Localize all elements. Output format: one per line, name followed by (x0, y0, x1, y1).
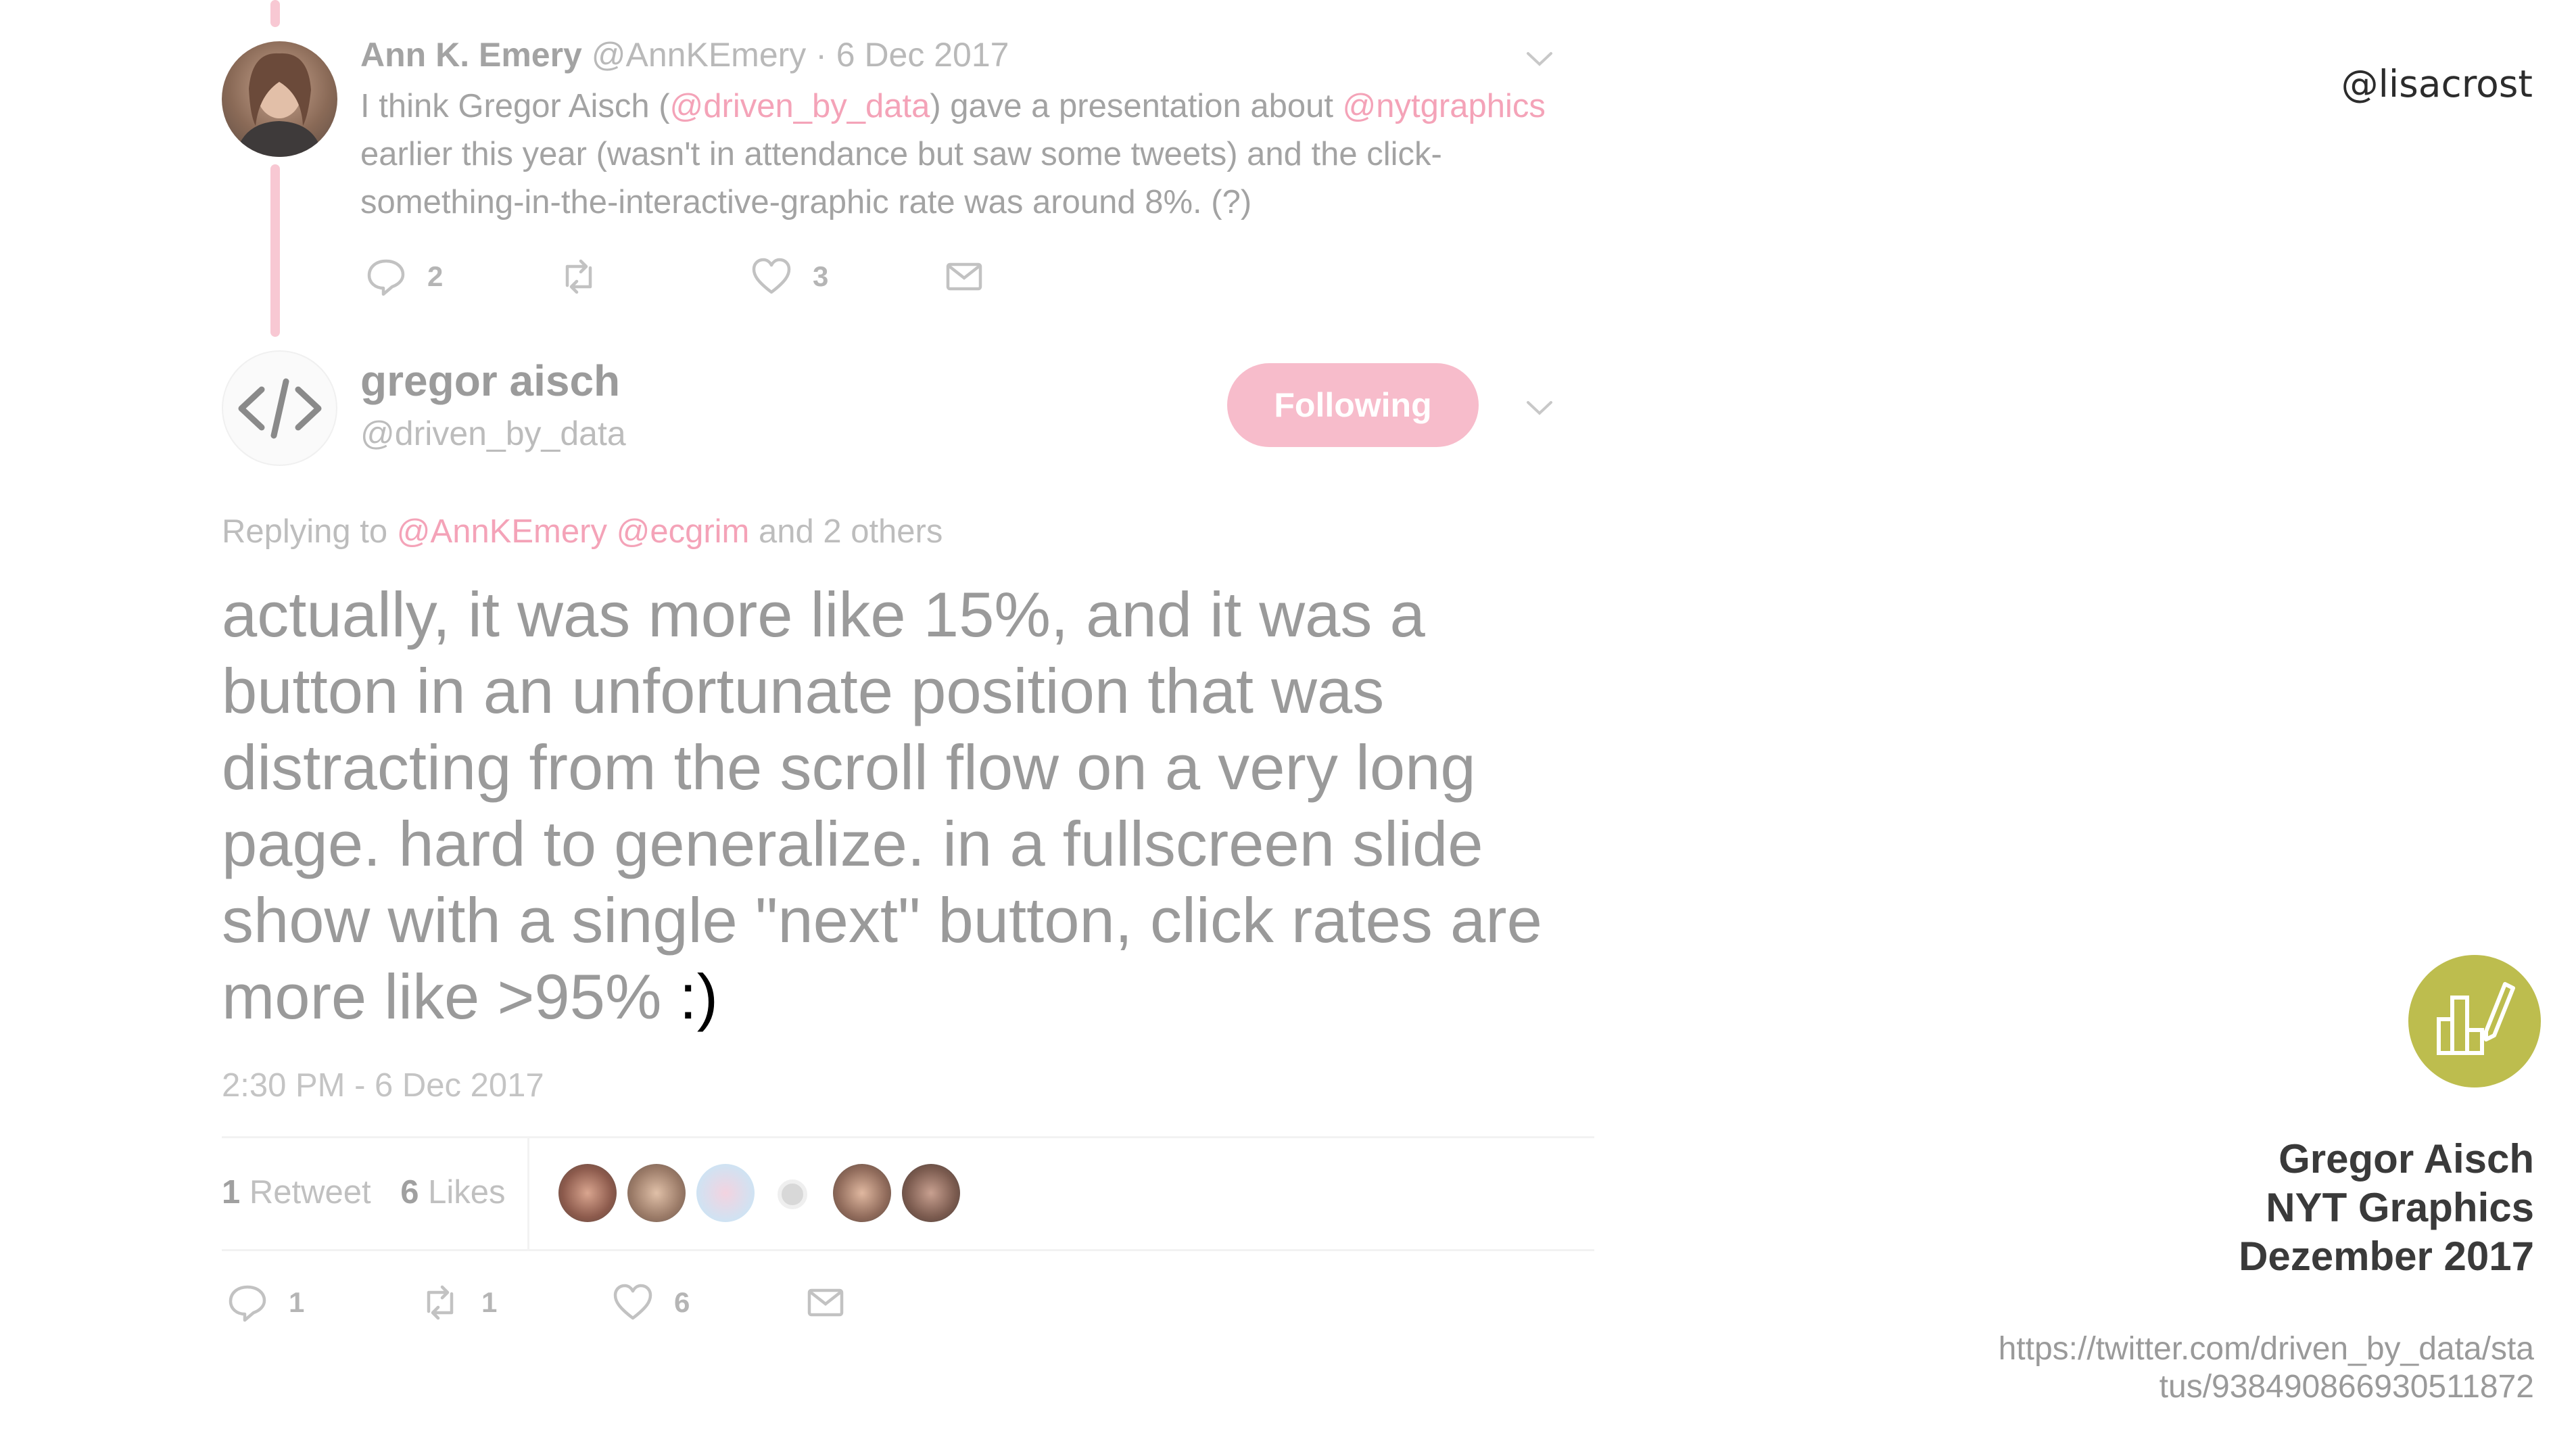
tweet-text: actually, it was more like 15%, and it w… (222, 579, 1542, 1032)
reply-icon (229, 1285, 266, 1322)
credit-line: NYT Graphics (2266, 1185, 2534, 1230)
main-tweet-text: actually, it was more like 15%, and it w… (222, 576, 1594, 1035)
parent-tweet-actions: 2 3 (365, 256, 985, 298)
reply-button[interactable]: 2 (365, 256, 558, 298)
liker-avatar[interactable] (833, 1164, 891, 1222)
retweets-count: 1 (222, 1174, 241, 1211)
likes-label: Likes (428, 1174, 506, 1211)
credit-line: Gregor Aisch (2279, 1136, 2534, 1182)
retweets-label: Retweet (249, 1174, 371, 1211)
liker-avatar[interactable] (558, 1164, 617, 1222)
parent-tweet-header: Ann K. Emery @AnnKEmery · 6 Dec 2017 (360, 35, 1009, 74)
liker-avatar[interactable] (778, 1179, 807, 1209)
source-url[interactable]: https://twitter.com/driven_by_data/statu… (1993, 1330, 2534, 1406)
liker-avatar[interactable] (902, 1164, 960, 1222)
like-count: 6 (674, 1286, 690, 1318)
likes-stat[interactable]: 6 Likes (400, 1174, 505, 1211)
heart-icon (752, 258, 791, 294)
replying-to: Replying to @AnnKEmery @ecgrim and 2 oth… (222, 513, 943, 551)
like-button[interactable]: 3 (750, 256, 943, 298)
replying-suffix[interactable]: and 2 others (749, 513, 943, 550)
retweet-button[interactable] (558, 256, 750, 298)
heart-icon (613, 1284, 652, 1320)
retweet-button[interactable]: 1 (419, 1282, 612, 1324)
reply-count: 1 (289, 1286, 305, 1318)
thread-line-top (270, 0, 280, 27)
code-icon (238, 378, 321, 438)
reply-count: 2 (427, 260, 444, 292)
divider (527, 1138, 529, 1249)
chevron-down-icon[interactable] (1523, 391, 1556, 425)
retweet-icon (427, 1285, 454, 1320)
dm-button[interactable] (805, 1282, 846, 1324)
mention-link[interactable]: @driven_by_data (670, 88, 930, 124)
tweet-timestamp[interactable]: 2:30 PM - 6 Dec 2017 (222, 1067, 544, 1104)
chart-pen-logo (2408, 955, 2541, 1088)
credit-line: Dezember 2017 (2239, 1234, 2534, 1279)
mail-icon (807, 1288, 844, 1317)
credits: Gregor Aisch NYT Graphics Dezember 2017 (2239, 1135, 2534, 1281)
tweet-text-part: earlier this year (wasn't in attendance … (360, 136, 1442, 220)
retweet-icon (565, 259, 592, 294)
reply-button[interactable]: 1 (226, 1282, 419, 1324)
like-count: 3 (813, 260, 829, 292)
author-handle[interactable]: @AnnKEmery (592, 36, 807, 74)
divider (222, 1136, 1594, 1138)
tweet-text-part: I think Gregor Aisch ( (360, 88, 670, 124)
mention-link[interactable]: @ecgrim (617, 513, 750, 550)
retweets-stat[interactable]: 1 Retweet (222, 1174, 371, 1211)
following-button[interactable]: Following (1227, 363, 1479, 447)
replying-prefix: Replying to (222, 513, 397, 550)
presenter-handle: @lisacrost (2341, 62, 2533, 106)
avatar[interactable] (222, 350, 337, 466)
main-tweet-actions: 1 1 6 (226, 1282, 846, 1324)
thread-line (270, 164, 280, 337)
author-handle[interactable]: @driven_by_data (360, 414, 626, 453)
divider (222, 1249, 1594, 1251)
like-button[interactable]: 6 (612, 1282, 805, 1324)
author-name[interactable]: Ann K. Emery (360, 36, 582, 74)
retweet-count: 1 (481, 1286, 498, 1318)
emoticon: :) (661, 961, 719, 1032)
mention-link[interactable]: @AnnKEmery (397, 513, 607, 550)
liker-avatar[interactable] (696, 1164, 755, 1222)
avatar[interactable] (222, 41, 337, 157)
reply-icon (367, 259, 405, 296)
tweet-stats: 1 Retweet 6 Likes (222, 1173, 506, 1211)
tweet-text-part: ) gave a presentation about (930, 88, 1343, 124)
chevron-down-icon[interactable] (1523, 42, 1556, 76)
parent-tweet-text: I think Gregor Aisch (@driven_by_data) g… (360, 83, 1564, 227)
mention-link[interactable]: @nytgraphics (1343, 88, 1546, 124)
author-name[interactable]: gregor aisch (360, 356, 620, 406)
dm-button[interactable] (943, 256, 985, 298)
tweet-date[interactable]: · 6 Dec 2017 (815, 36, 1009, 74)
liker-avatar[interactable] (627, 1164, 686, 1222)
likes-count: 6 (400, 1174, 419, 1211)
mail-icon (946, 262, 982, 291)
